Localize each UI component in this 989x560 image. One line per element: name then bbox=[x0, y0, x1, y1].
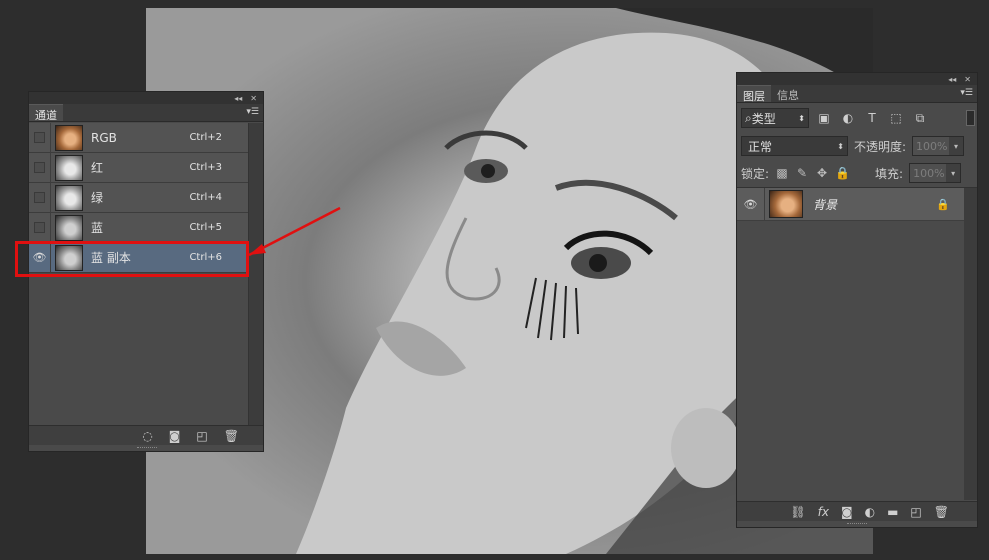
lock-icon: 🔒 bbox=[936, 197, 950, 211]
adjustment-icon[interactable]: ◐ bbox=[865, 505, 875, 519]
layer-row-background[interactable]: 👁 背景 🔒 bbox=[737, 187, 964, 221]
search-icon: ⌕ bbox=[745, 110, 752, 125]
eye-icon: 👁 bbox=[743, 197, 758, 211]
pixel-filter-icon[interactable]: ▣ bbox=[815, 111, 833, 125]
layers-panel: ◂◂ ✕ 图层 信息 ▾☰ ⌕ 类型 ⬍ ▣ ◐ T ⬚ ⧉ 正常 ⬍ 不透明度… bbox=[736, 72, 978, 528]
chevron-down-icon: ⬍ bbox=[837, 141, 844, 151]
trash-icon[interactable]: 🗑 bbox=[934, 505, 949, 519]
opacity-value: 100% bbox=[916, 139, 948, 153]
fill-field[interactable]: 100% ▾ bbox=[909, 163, 962, 183]
chevron-down-icon[interactable]: ▾ bbox=[946, 164, 961, 182]
visibility-toggle[interactable]: 👁 bbox=[737, 187, 765, 221]
link-icon[interactable]: ⛓ bbox=[790, 505, 805, 519]
filter-toggle-switch[interactable] bbox=[966, 110, 975, 126]
filter-type-select[interactable]: ⌕ 类型 ⬍ bbox=[741, 108, 809, 128]
layer-filter-bar: ⌕ 类型 ⬍ ▣ ◐ T ⬚ ⧉ bbox=[741, 106, 975, 130]
blend-mode-select[interactable]: 正常 ⬍ bbox=[741, 136, 848, 156]
opacity-field[interactable]: 100% ▾ bbox=[912, 136, 965, 156]
fill-value: 100% bbox=[913, 166, 945, 180]
opacity-label: 不透明度: bbox=[854, 139, 907, 154]
type-filter-icon[interactable]: T bbox=[863, 111, 881, 125]
new-layer-icon[interactable]: ◰ bbox=[910, 505, 921, 519]
lock-all-icon[interactable]: 🔒 bbox=[835, 166, 850, 180]
fx-icon[interactable]: fx bbox=[818, 505, 829, 519]
lock-fill-row: 锁定: ▩ ✎ ✥ 🔒 填充: 100% ▾ bbox=[741, 162, 975, 184]
chevron-down-icon[interactable]: ▾ bbox=[949, 137, 964, 155]
lock-pixels-icon[interactable]: ✎ bbox=[795, 166, 809, 180]
panel-menu-icon[interactable]: ▾☰ bbox=[960, 88, 973, 98]
layers-scrollbar[interactable] bbox=[964, 188, 977, 500]
folder-icon[interactable]: ▬ bbox=[887, 505, 898, 519]
lock-label: 锁定: bbox=[741, 166, 770, 181]
shape-filter-icon[interactable]: ⬚ bbox=[887, 111, 905, 125]
layers-tabbar: 图层 信息 ▾☰ bbox=[737, 85, 977, 103]
smart-object-filter-icon[interactable]: ⧉ bbox=[911, 111, 929, 126]
collapse-icon[interactable]: ◂◂ bbox=[948, 75, 956, 84]
filter-type-label: 类型 bbox=[751, 111, 776, 126]
tab-info[interactable]: 信息 bbox=[771, 85, 805, 102]
tab-layers[interactable]: 图层 bbox=[737, 85, 771, 103]
chevron-down-icon: ⬍ bbox=[798, 113, 805, 123]
fill-label: 填充: bbox=[875, 166, 904, 181]
lock-transparency-icon[interactable]: ▩ bbox=[775, 166, 789, 180]
layers-bottom-bar: ⛓ fx ◙ ◐ ▬ ◰ 🗑 bbox=[737, 501, 977, 521]
blend-mode-value: 正常 bbox=[748, 139, 773, 154]
adjustment-filter-icon[interactable]: ◐ bbox=[839, 111, 857, 125]
mask-icon[interactable]: ◙ bbox=[841, 505, 853, 519]
panel-topbar: ◂◂ ✕ bbox=[737, 73, 977, 85]
lock-position-icon[interactable]: ✥ bbox=[815, 166, 829, 180]
layer-thumbnail bbox=[769, 190, 803, 218]
blend-opacity-row: 正常 ⬍ 不透明度: 100% ▾ bbox=[741, 135, 975, 157]
resize-grip[interactable] bbox=[847, 523, 867, 526]
layer-name: 背景 bbox=[813, 197, 838, 212]
close-icon[interactable]: ✕ bbox=[964, 75, 971, 84]
